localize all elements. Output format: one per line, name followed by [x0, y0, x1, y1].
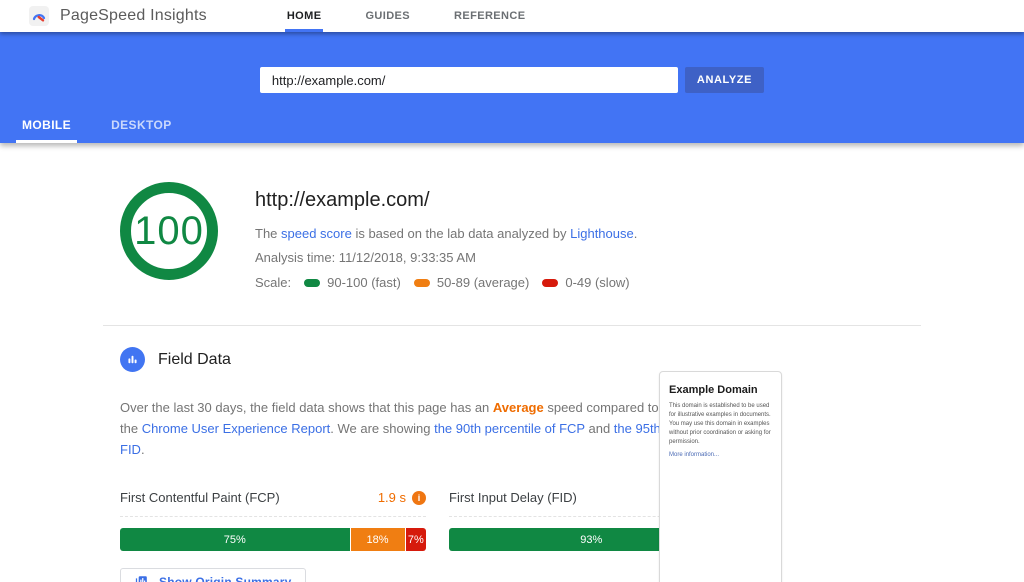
fast-legend-pill: [304, 279, 320, 287]
bar-segment-slow: 7%: [405, 528, 426, 551]
average-legend-pill: [414, 279, 430, 287]
score-desc-text: .: [634, 226, 638, 241]
speed-score-link[interactable]: speed score: [281, 226, 352, 241]
score-summary: 100 http://example.com/ The speed score …: [120, 182, 904, 290]
preview-heading: Example Domain: [669, 384, 772, 396]
score-info: http://example.com/ The speed score is b…: [255, 182, 637, 290]
fcp-distribution-bar: 75% 18% 7%: [120, 528, 426, 551]
fd-text: .: [141, 442, 145, 457]
bar-chart-icon: [120, 347, 145, 372]
field-data-header: Field Data: [120, 347, 904, 372]
nav-item-reference[interactable]: REFERENCE: [452, 0, 527, 32]
scale-label: Scale:: [255, 275, 291, 290]
hero-banner: ANALYZE MOBILE DESKTOP: [0, 32, 1024, 143]
device-tabs: MOBILE DESKTOP: [0, 118, 1024, 143]
fast-legend-label: 90-100 (fast): [327, 275, 401, 290]
section-divider: [103, 325, 921, 326]
speed-score-gauge: 100: [120, 182, 218, 280]
fid-metric-name: First Input Delay (FID): [449, 490, 577, 505]
slow-legend-pill: [542, 279, 558, 287]
lighthouse-link[interactable]: Lighthouse: [570, 226, 634, 241]
score-desc-text: The: [255, 226, 281, 241]
top-bar: PageSpeed Insights HOME GUIDES REFERENCE: [0, 0, 1024, 32]
results-main: 100 http://example.com/ The speed score …: [0, 182, 1024, 582]
nav-item-guides[interactable]: GUIDES: [363, 0, 412, 32]
app-title: PageSpeed Insights: [60, 7, 207, 25]
more-information-link: More information...: [669, 452, 772, 458]
field-data-section: Field Data Over the last 30 days, the fi…: [120, 347, 904, 582]
average-legend-label: 50-89 (average): [437, 275, 530, 290]
url-input[interactable]: [260, 67, 678, 93]
score-description: The speed score is based on the lab data…: [255, 226, 637, 241]
pagespeed-logo-icon: [29, 6, 49, 26]
preview-body-text: This domain is established to be used fo…: [669, 402, 772, 447]
fcp-metric: First Contentful Paint (FCP) 1.9 s i 75%…: [120, 490, 426, 551]
scale-legend: Scale: 90-100 (fast) 50-89 (average) 0-4…: [255, 275, 637, 290]
page-title: http://example.com/: [255, 189, 637, 212]
fd-text: . We are showing: [330, 421, 434, 436]
show-origin-summary-button[interactable]: Show Origin Summary: [120, 568, 306, 582]
origin-chart-icon: [134, 574, 149, 582]
nav-item-home[interactable]: HOME: [285, 0, 324, 32]
score-desc-text: is based on the lab data analyzed by: [352, 226, 570, 241]
top-navigation: HOME GUIDES REFERENCE: [285, 0, 568, 32]
page-thumbnail-preview: Example Domain This domain is establishe…: [659, 371, 782, 582]
tab-mobile[interactable]: MOBILE: [16, 118, 77, 143]
average-speed-badge: Average: [493, 400, 544, 415]
bar-segment-average: 18%: [350, 528, 405, 551]
fcp-metric-value: 1.9 s: [378, 490, 406, 505]
analyze-button[interactable]: ANALYZE: [685, 67, 764, 93]
tab-desktop[interactable]: DESKTOP: [105, 118, 178, 143]
slow-legend-label: 0-49 (slow): [565, 275, 629, 290]
fd-text: Over the last 30 days, the field data sh…: [120, 400, 493, 415]
bar-segment-fast: 75%: [120, 528, 350, 551]
speed-score-value: 100: [134, 209, 204, 254]
field-data-title: Field Data: [158, 351, 231, 369]
analysis-timestamp: Analysis time: 11/12/2018, 9:33:35 AM: [255, 250, 637, 265]
crux-report-link[interactable]: Chrome User Experience Report: [142, 421, 331, 436]
origin-button-label: Show Origin Summary: [159, 575, 292, 582]
fcp-info-icon[interactable]: i: [412, 491, 426, 505]
fcp-metric-name: First Contentful Paint (FCP): [120, 490, 280, 505]
fd-text: and: [585, 421, 614, 436]
url-search-row: ANALYZE: [0, 32, 1024, 93]
fcp-metric-header: First Contentful Paint (FCP) 1.9 s i: [120, 490, 426, 517]
fcp-percentile-link[interactable]: the 90th percentile of FCP: [434, 421, 585, 436]
